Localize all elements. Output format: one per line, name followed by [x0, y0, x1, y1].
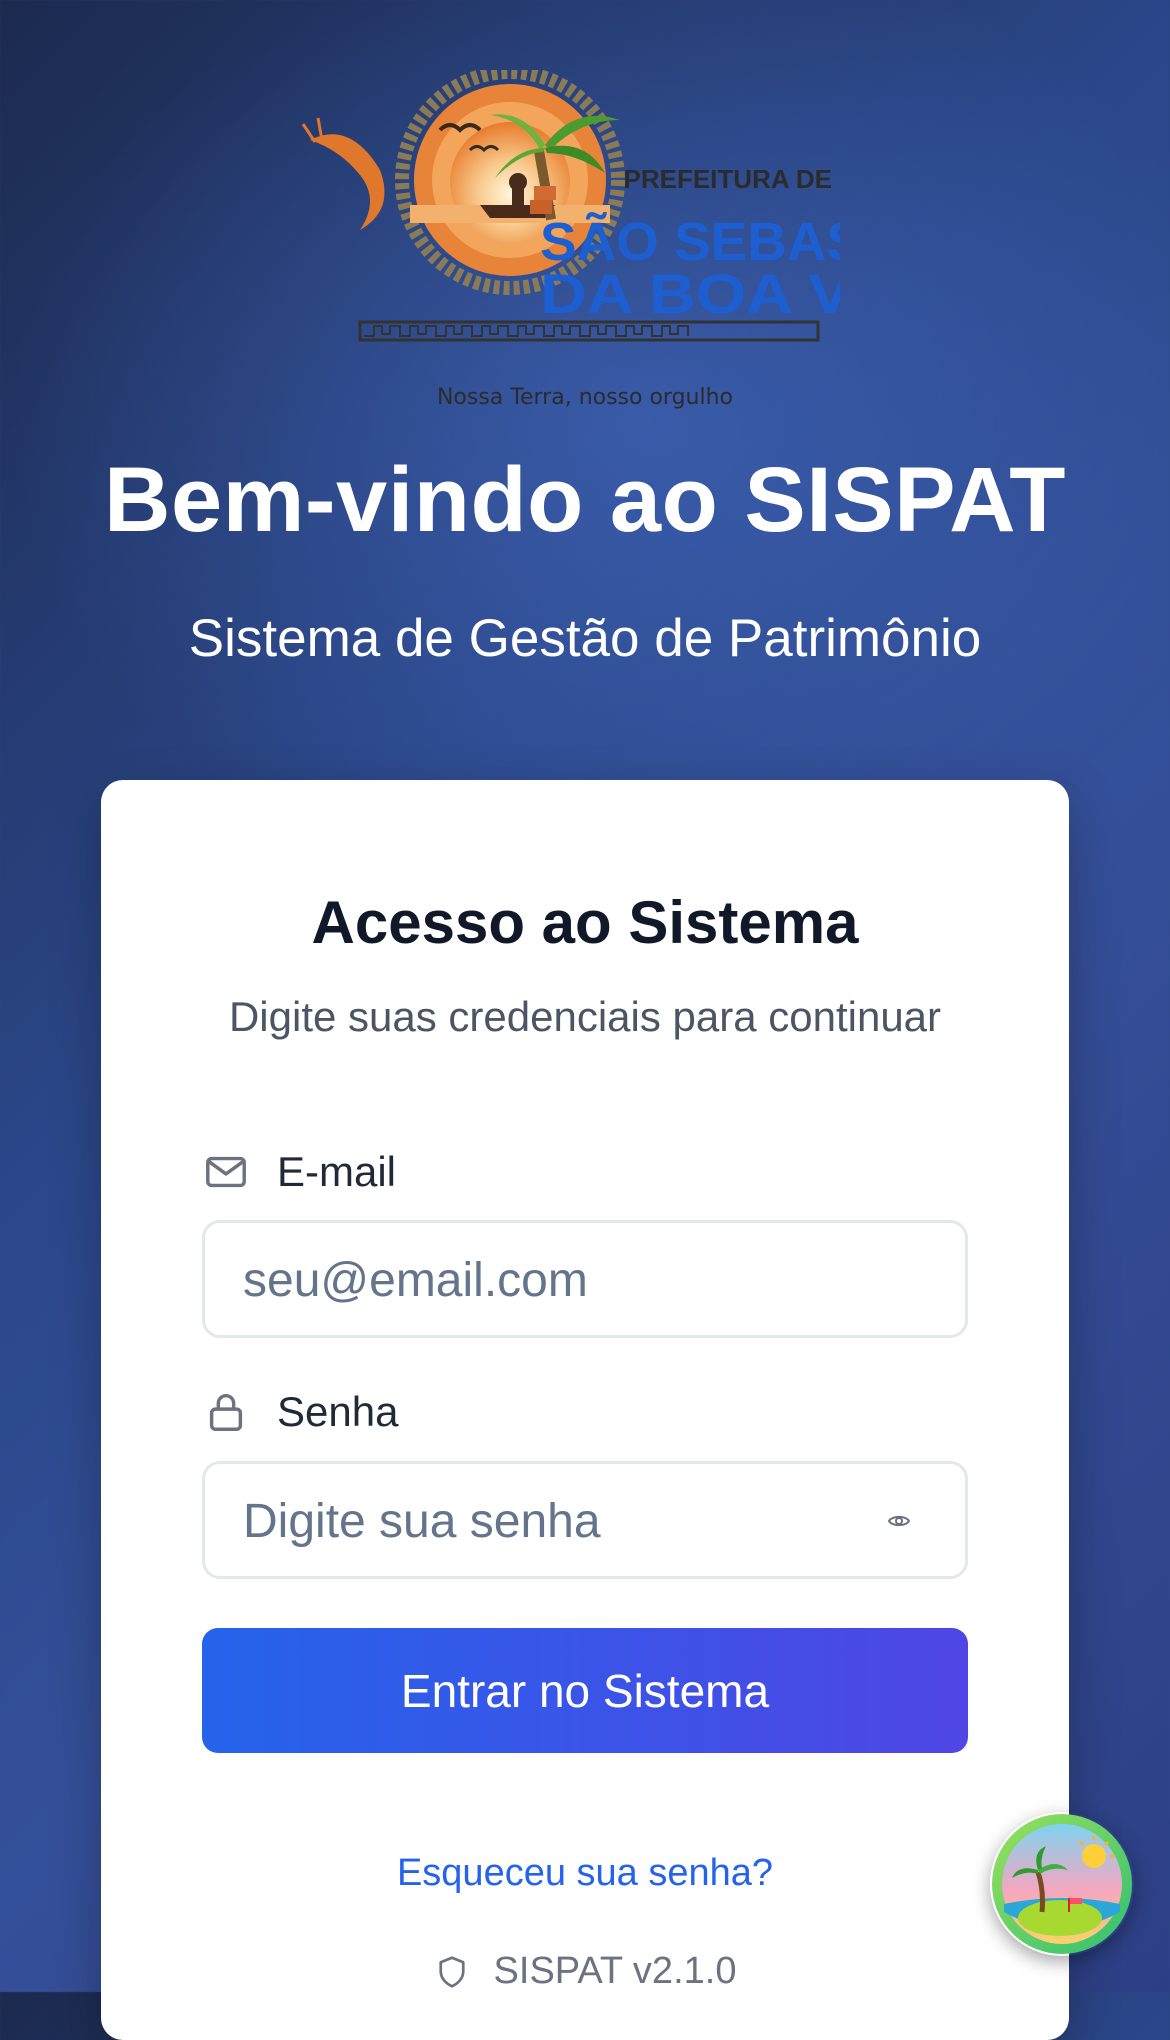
password-field[interactable]: [241, 1464, 885, 1578]
eye-icon[interactable]: [887, 1509, 911, 1533]
floating-assistant-button[interactable]: [990, 1812, 1134, 1956]
version-info: SISPAT v2.1.0: [101, 1950, 1069, 1993]
page-title: Bem-vindo ao SISPAT: [104, 449, 1066, 551]
city-logo-graphic: PREFEITURA DE SÃO SEBASTIÃO DA BOA VISTA…: [301, 70, 840, 410]
city-logo: PREFEITURA DE SÃO SEBASTIÃO DA BOA VISTA…: [300, 70, 840, 420]
login-title: Acesso ao Sistema: [311, 889, 859, 956]
island-icon: [992, 1814, 1132, 1954]
logo-line1: PREFEITURA DE: [624, 164, 833, 194]
password-field-container: [202, 1461, 968, 1579]
login-card: Acesso ao Sistema Digite suas credenciai…: [101, 780, 1069, 2040]
shield-icon: [438, 1955, 465, 1988]
version-text: SISPAT v2.1.0: [493, 1950, 737, 1992]
mail-icon: [206, 1156, 246, 1188]
lock-icon: [209, 1394, 243, 1431]
email-field-container: [202, 1220, 968, 1338]
logo-line3: DA BOA VISTA: [540, 262, 840, 325]
email-field[interactable]: [241, 1223, 885, 1337]
forgot-password-link[interactable]: Esqueceu sua senha?: [101, 1852, 1069, 1895]
password-label: Senha: [203, 1387, 398, 1437]
page-subtitle: Sistema de Gestão de Patrimônio: [188, 609, 982, 668]
login-subtitle: Digite suas credenciais para continuar: [228, 993, 942, 1040]
password-label-text: Senha: [277, 1388, 399, 1435]
email-label-text: E-mail: [277, 1148, 397, 1195]
logo-tagline: Nossa Terra, nosso orgulho: [437, 385, 733, 410]
email-label: E-mail: [203, 1147, 396, 1197]
login-button[interactable]: Entrar no Sistema: [202, 1628, 968, 1753]
